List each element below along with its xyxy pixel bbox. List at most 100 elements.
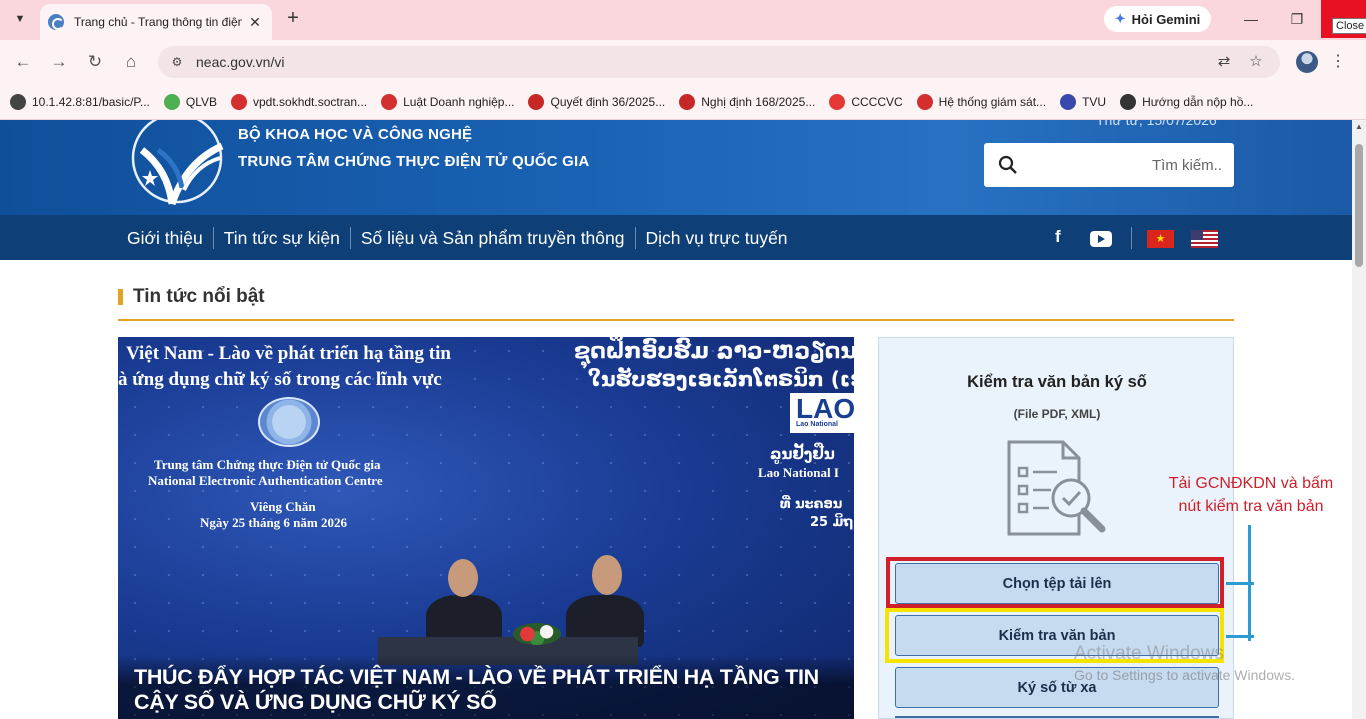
choose-file-button[interactable]: Chọn tệp tải lên (895, 563, 1219, 604)
tab-search-button[interactable]: ▼ (8, 8, 32, 30)
scroll-thumb[interactable] (1355, 144, 1363, 267)
translate-icon[interactable]: ⇄ (1214, 52, 1234, 72)
bookmark-label: Hướng dẫn nộp hồ... (1142, 94, 1254, 109)
chevron-down-icon: ▼ (14, 13, 26, 25)
leaf-icon (163, 93, 180, 110)
neac-emblem-icon (258, 397, 320, 447)
nav-item-so-lieu[interactable]: Số liệu và Sản phẩm truyền thông (351, 226, 636, 249)
banner-center-vi: Trung tâm Chứng thực Điện tử Quốc gia (154, 457, 381, 472)
seal-icon (528, 93, 545, 110)
tab-strip: ▼ Trang chủ - Trang thông tin điện tử ✕ … (0, 0, 1366, 40)
bookmark-item[interactable]: Luật Doanh nghiệp... (381, 93, 515, 110)
vietnam-flag-icon[interactable]: ★ (1147, 230, 1174, 248)
browser-menu-icon[interactable]: ⋮ (1330, 50, 1346, 74)
annotation-line1: Tải GCNĐKDN và bấm (1168, 475, 1334, 492)
nav-item-gioi-thieu[interactable]: Giới thiệu (127, 226, 214, 249)
flower-arrangement (513, 623, 561, 645)
ask-gemini-button[interactable]: ✦ Hỏi Gemini (1104, 6, 1211, 32)
bookmarks-bar: 10.1.42.8:81/basic/P... QLVB vpdt.sokhdt.s… (0, 84, 1366, 120)
emblem-icon (829, 93, 846, 110)
active-tab[interactable]: Trang chủ - Trang thông tin điện tử ✕ (40, 4, 272, 40)
speaker-right-head (592, 555, 622, 595)
forward-button[interactable]: → (47, 50, 71, 74)
bookmark-item[interactable]: Quyết định 36/2025... (528, 93, 666, 110)
bookmark-item[interactable]: TVU (1060, 93, 1107, 110)
bookmark-label: QLVB (185, 94, 217, 109)
org-center-name: TRUNG TÂM CHỨNG THỰC ĐIỆN TỬ QUỐC GIA (238, 153, 590, 170)
us-flag-icon[interactable] (1191, 230, 1218, 248)
annotation-note: Tải GCNĐKDN và bấm nút kiểm tra văn bản (1156, 472, 1346, 518)
home-button[interactable]: ⌂ (119, 50, 143, 74)
banner-lao-right4: 25 ມິຖ (810, 515, 854, 530)
headline-overlay: THÚC ĐẨY HỢP TÁC VIỆT NAM - LÀO VỀ PHÁT … (118, 655, 854, 719)
banner-lao-line1: ຊຸດຝຶກອົບຮົມ ລາວ-ຫວຽດນາມ (574, 339, 854, 364)
nav-item-tin-tuc[interactable]: Tin tức sự kiện (214, 226, 351, 249)
bookmark-label: CCCCVC (851, 94, 903, 109)
banner-lao-line2: ໃນຮັບຮອງເອເລັກໂຕຣນິກ (ເອ (588, 367, 854, 391)
banner-date: Ngày 25 tháng 6 năm 2026 (200, 515, 347, 530)
current-date: Thứ tư, 15/07/2026 (1096, 120, 1217, 128)
org-ministry-name: BỘ KHOA HỌC VÀ CÔNG NGHỆ (238, 126, 473, 143)
address-bar[interactable]: ⚙ neac.gov.vn/vi ⇄ ☆ (158, 46, 1280, 78)
annotation-line2: nút kiểm tra văn bản (1178, 498, 1324, 515)
reload-button[interactable]: ↻ (83, 50, 107, 74)
site-favicon-icon (48, 14, 64, 30)
emblem-icon (231, 93, 247, 110)
facebook-icon[interactable]: f (1055, 227, 1061, 247)
neac-logo-icon[interactable] (128, 120, 226, 210)
bookmark-item[interactable]: Hệ thống giám sát... (916, 93, 1047, 110)
nav-divider (1131, 227, 1132, 249)
bookmark-item[interactable]: QLVB (163, 93, 217, 110)
bookmark-star-icon[interactable]: ☆ (1246, 52, 1266, 72)
globe-icon (1120, 93, 1137, 110)
new-tab-button[interactable]: + (282, 8, 304, 30)
verify-subtitle: (File PDF, XML) (1013, 407, 1101, 421)
youtube-icon[interactable] (1090, 231, 1112, 247)
tab-title: Trang chủ - Trang thông tin điện tử (74, 15, 242, 29)
lao-national-logo: LAO Lao National (790, 393, 854, 433)
lao-logo-text: LAO (796, 393, 854, 424)
tab-close-icon[interactable]: ✕ (246, 14, 264, 31)
activate-windows-hint: Go to Settings to activate Windows. (1074, 667, 1295, 683)
back-button[interactable]: ← (11, 50, 35, 74)
section-title: Tin tức nổi bật (133, 286, 265, 307)
bookmark-item[interactable]: 10.1.42.8:81/basic/P... (10, 93, 150, 110)
banner-center-en: National Electronic Authentication Centr… (148, 473, 383, 488)
featured-headline[interactable]: THÚC ĐẨY HỢP TÁC VIỆT NAM - LÀO VỀ PHÁT … (134, 665, 838, 715)
banner-lao-right2: Lao National I (758, 465, 839, 480)
seal-icon (679, 93, 696, 110)
url-text: neac.gov.vn/vi (196, 54, 285, 70)
bookmark-item[interactable]: Hướng dẫn nộp hồ... (1120, 93, 1254, 110)
banner-title-line1: Việt Nam - Lào về phát triển hạ tầng tin (126, 343, 451, 364)
bookmark-label: Quyết định 36/2025... (550, 94, 666, 109)
profile-avatar[interactable] (1296, 51, 1318, 73)
banner-lao-right3: ທີ່ ນະຄອນ (780, 497, 843, 512)
nav-item-dich-vu[interactable]: Dịch vụ trực tuyến (636, 227, 798, 249)
annotation-bracket-top (1226, 582, 1254, 585)
document-check-icon (1007, 440, 1106, 536)
search-icon[interactable] (998, 155, 1018, 175)
page-scrollbar[interactable]: ▲ (1352, 120, 1366, 719)
featured-news-image[interactable]: Việt Nam - Lào về phát triển hạ tầng tin… (118, 337, 854, 719)
map-book-icon (10, 93, 26, 110)
bookmark-label: Hệ thống giám sát... (938, 94, 1047, 109)
browser-toolbar: ← → ↻ ⌂ ⚙ neac.gov.vn/vi ⇄ ☆ (0, 40, 1366, 84)
activate-windows-title: Activate Windows (1074, 643, 1224, 664)
minimize-button[interactable]: — (1236, 8, 1266, 30)
bookmark-label: vpdt.sokhdt.soctran... (253, 94, 368, 109)
bookmark-item[interactable]: vpdt.sokhdt.soctran... (231, 93, 368, 110)
search-input[interactable] (1018, 143, 1234, 187)
arrow-doc-icon (381, 93, 398, 110)
site-header: BỘ KHOA HỌC VÀ CÔNG NGHỆ TRUNG TÂM CHỨNG… (0, 120, 1352, 215)
tvu-icon (1060, 93, 1077, 110)
bookmark-item[interactable]: Nghị định 168/2025... (679, 93, 815, 110)
restore-button[interactable]: ❐ (1282, 8, 1312, 30)
site-settings-icon[interactable]: ⚙ (168, 55, 186, 69)
bookmark-label: Luật Doanh nghiệp... (403, 94, 515, 109)
scroll-up-arrow-icon[interactable]: ▲ (1352, 122, 1366, 131)
party-icon (916, 93, 933, 110)
banner-lao-right1: ລູນຢັ້ງຢືນ (770, 445, 835, 463)
verify-title: Kiểm tra văn bản ký số (967, 373, 1147, 391)
bookmark-item[interactable]: CCCCVC (829, 93, 903, 110)
bookmark-label: TVU (1082, 94, 1107, 109)
